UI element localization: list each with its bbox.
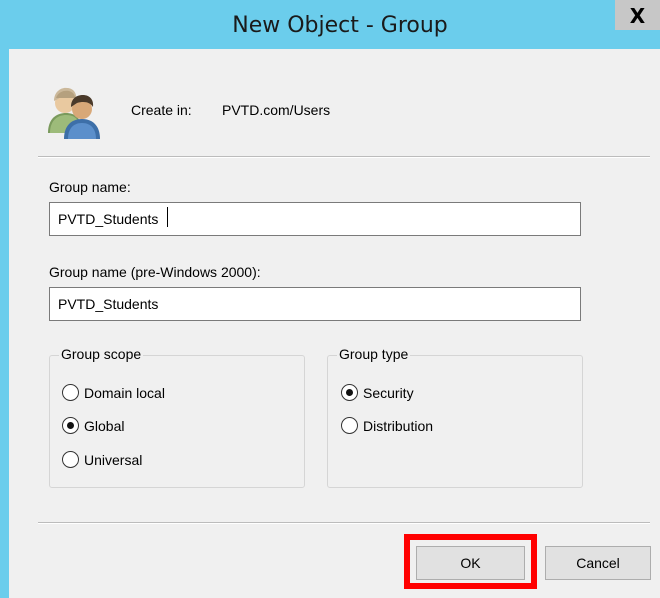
radio-distribution[interactable]: Distribution	[341, 417, 433, 434]
create-in-path: PVTD.com/Users	[222, 102, 331, 118]
radio-label: Security	[363, 384, 414, 401]
radio-label: Universal	[84, 451, 143, 468]
radio-label: Global	[84, 417, 125, 434]
text-caret	[167, 207, 168, 227]
cancel-button[interactable]: Cancel	[545, 546, 651, 580]
group-name-input[interactable]: PVTD_Students	[49, 202, 581, 236]
radio-button[interactable]	[62, 384, 79, 401]
group-name-pre2000-input[interactable]: PVTD_Students	[49, 287, 581, 321]
group-type-legend: Group type	[337, 346, 411, 362]
separator-top	[38, 156, 650, 158]
highlight-box	[404, 534, 537, 589]
radio-security[interactable]: Security	[341, 384, 414, 401]
radio-label: Domain local	[84, 384, 165, 401]
close-button[interactable]: X	[615, 0, 660, 30]
users-icon	[48, 87, 100, 139]
radio-button-selected[interactable]	[341, 384, 358, 401]
radio-button[interactable]	[62, 451, 79, 468]
group-scope-legend: Group scope	[59, 346, 144, 362]
window-title: New Object - Group	[232, 13, 448, 38]
radio-global[interactable]: Global	[62, 417, 124, 434]
title-bar: New Object - Group X	[0, 0, 660, 49]
radio-label: Distribution	[363, 417, 434, 434]
dialog-body	[9, 49, 660, 598]
radio-button[interactable]	[341, 417, 358, 434]
group-name-label: Group name:	[49, 179, 131, 195]
create-in-label: Create in:	[131, 102, 192, 118]
window-frame-left	[0, 49, 9, 598]
radio-domain-local[interactable]: Domain local	[62, 384, 165, 401]
radio-button-selected[interactable]	[62, 417, 79, 434]
radio-universal[interactable]: Universal	[62, 451, 142, 468]
separator-bottom	[38, 522, 650, 524]
group-name-pre2000-label: Group name (pre-Windows 2000):	[49, 264, 261, 280]
